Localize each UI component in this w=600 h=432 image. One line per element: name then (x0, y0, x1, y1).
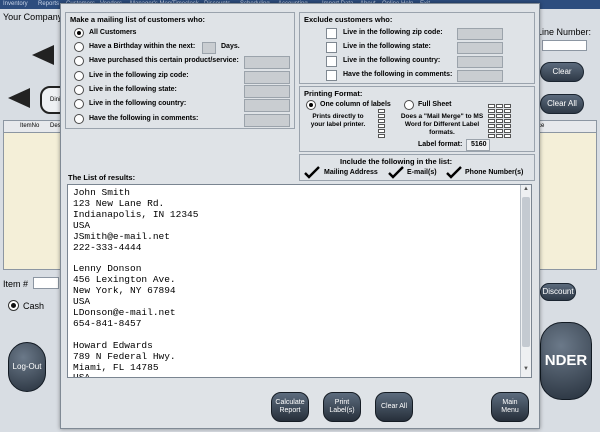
exclude-comments-input[interactable] (457, 70, 503, 82)
option-full-sheet[interactable]: Full Sheet (404, 99, 451, 111)
label-format-input[interactable]: 5160 (466, 139, 490, 151)
company-label: Your Company (3, 12, 63, 22)
exclude-state-checkbox[interactable] (326, 42, 337, 53)
radio-country[interactable] (74, 99, 84, 109)
exclude-zip-input[interactable] (457, 28, 503, 40)
exclude-zip-label: Live in the following zip code: (343, 29, 443, 36)
order-grid-header: ItemNo Des (4, 121, 64, 133)
mailing-address-label: Mailing Address (324, 169, 378, 176)
order-grid-right-header: ce (536, 121, 596, 133)
calculate-report-button[interactable]: Calculate Report (271, 392, 309, 422)
merge-note: Does a "Mail Merge" to MS Word for Diffe… (400, 113, 484, 136)
option-state[interactable]: Live in the following state: (74, 84, 177, 96)
clear-all-dialog-button[interactable]: Clear All (375, 392, 413, 422)
tender-button[interactable]: NDER (540, 322, 592, 400)
results-scrollbar[interactable]: ▲ ▼ (520, 185, 531, 377)
discount-button[interactable]: Discount (540, 283, 576, 301)
exclude-comments-checkbox[interactable] (326, 70, 337, 81)
mailing-list-dialog: Make a mailing list of customers who: Al… (60, 3, 540, 429)
cash-label: Cash (23, 301, 45, 311)
option-all-customers-label: All Customers (89, 29, 137, 36)
dining-label: Dini (50, 97, 61, 103)
phone-number-checkbox[interactable] (446, 166, 462, 179)
exclude-title: Exclude customers who: (304, 15, 393, 24)
exclude-zip-checkbox[interactable] (326, 28, 337, 39)
option-purchased-product[interactable]: Have purchased this certain product/serv… (74, 55, 239, 67)
item-number-input[interactable] (33, 277, 59, 289)
results-label: The List of results: (68, 173, 136, 182)
exclude-comments-label: Have the following in comments: (343, 71, 453, 78)
printing-format-group: Printing Format: One column of labels Fu… (299, 86, 535, 152)
option-purchased-product-label: Have purchased this certain product/serv… (89, 57, 239, 64)
full-sheet-labels-icon (488, 104, 511, 138)
mailing-criteria-title: Make a mailing list of customers who: (70, 15, 206, 24)
option-state-label: Live in the following state: (89, 86, 177, 93)
country-input[interactable] (244, 99, 290, 112)
phone-number-label: Phone Number(s) (465, 169, 524, 176)
mailing-criteria-group: Make a mailing list of customers who: Al… (65, 12, 295, 129)
item-number-label: Item # (3, 279, 29, 289)
include-group: Include the following in the list: Maili… (299, 154, 535, 181)
order-grid[interactable]: ItemNo Des (3, 120, 65, 270)
label-format-label: Label format: (418, 141, 463, 148)
birthday-days-input[interactable] (202, 42, 216, 54)
option-zip-code-label: Live in the following zip code: (89, 72, 189, 79)
option-all-customers[interactable]: All Customers (74, 27, 136, 39)
prev-arrow-icon[interactable] (8, 88, 30, 108)
exclude-state-label: Live in the following state: (343, 43, 431, 50)
option-one-column-label: One column of labels (320, 101, 391, 108)
radio-all-customers[interactable] (74, 28, 84, 38)
radio-zip-code[interactable] (74, 71, 84, 81)
state-input[interactable] (244, 85, 290, 98)
scroll-up-icon[interactable]: ▲ (522, 186, 530, 196)
printing-format-title: Printing Format: (304, 89, 363, 98)
line-number-label: Line Number: (537, 27, 592, 37)
logout-button[interactable]: Log-Out (8, 342, 46, 392)
email-checkbox[interactable] (388, 166, 404, 179)
days-suffix: Days. (221, 43, 240, 50)
printer-note: Prints directly to your label printer. (310, 113, 366, 128)
scroll-thumb[interactable] (522, 197, 530, 347)
exclude-country-input[interactable] (457, 56, 503, 68)
radio-purchased-product[interactable] (74, 56, 84, 66)
product-input[interactable] (244, 56, 290, 69)
clear-button[interactable]: Clear (540, 62, 584, 82)
option-comments[interactable]: Have the following in comments: (74, 113, 198, 125)
option-zip-code[interactable]: Live in the following zip code: (74, 70, 189, 82)
comments-input[interactable] (244, 114, 290, 127)
print-labels-button[interactable]: Print Label(s) (323, 392, 361, 422)
scroll-down-icon[interactable]: ▼ (522, 366, 530, 376)
exclude-country-checkbox[interactable] (326, 56, 337, 67)
radio-comments[interactable] (74, 114, 84, 124)
option-full-sheet-label: Full Sheet (418, 101, 452, 108)
main-menu-button[interactable]: Main Menu (491, 392, 529, 422)
exclude-country-label: Live in the following country: (343, 57, 441, 64)
radio-full-sheet[interactable] (404, 100, 414, 110)
option-birthday[interactable]: Have a Birthday within the next: (74, 41, 195, 53)
clear-all-button[interactable]: Clear All (540, 94, 584, 114)
radio-birthday[interactable] (74, 42, 84, 52)
exclude-group: Exclude customers who: Live in the follo… (299, 12, 535, 84)
option-comments-label: Have the following in comments: (89, 115, 199, 122)
results-text: John Smith 123 New Lane Rd. Indianapolis… (73, 187, 199, 378)
line-number-input[interactable] (542, 40, 587, 51)
mailing-address-checkbox[interactable] (304, 166, 320, 179)
radio-state[interactable] (74, 85, 84, 95)
grid-col-itemno: ItemNo (20, 123, 40, 129)
exclude-state-input[interactable] (457, 42, 503, 54)
option-country[interactable]: Live in the following country: (74, 98, 186, 110)
email-label: E-mail(s) (407, 169, 437, 176)
results-textarea[interactable]: John Smith 123 New Lane Rd. Indianapolis… (67, 184, 532, 378)
option-country-label: Live in the following country: (89, 100, 187, 107)
radio-one-column[interactable] (306, 100, 316, 110)
order-grid-right[interactable]: ce (535, 120, 597, 270)
back-arrow-icon[interactable] (32, 45, 54, 65)
include-title: Include the following in the list: (340, 157, 453, 166)
menu-item-inventory[interactable]: Inventory (3, 0, 28, 9)
single-column-labels-icon (378, 109, 385, 138)
menu-item-reports[interactable]: Reports (38, 0, 59, 9)
cash-radio[interactable] (8, 300, 19, 311)
zip-code-input[interactable] (244, 71, 290, 84)
option-birthday-label: Have a Birthday within the next: (89, 43, 196, 50)
